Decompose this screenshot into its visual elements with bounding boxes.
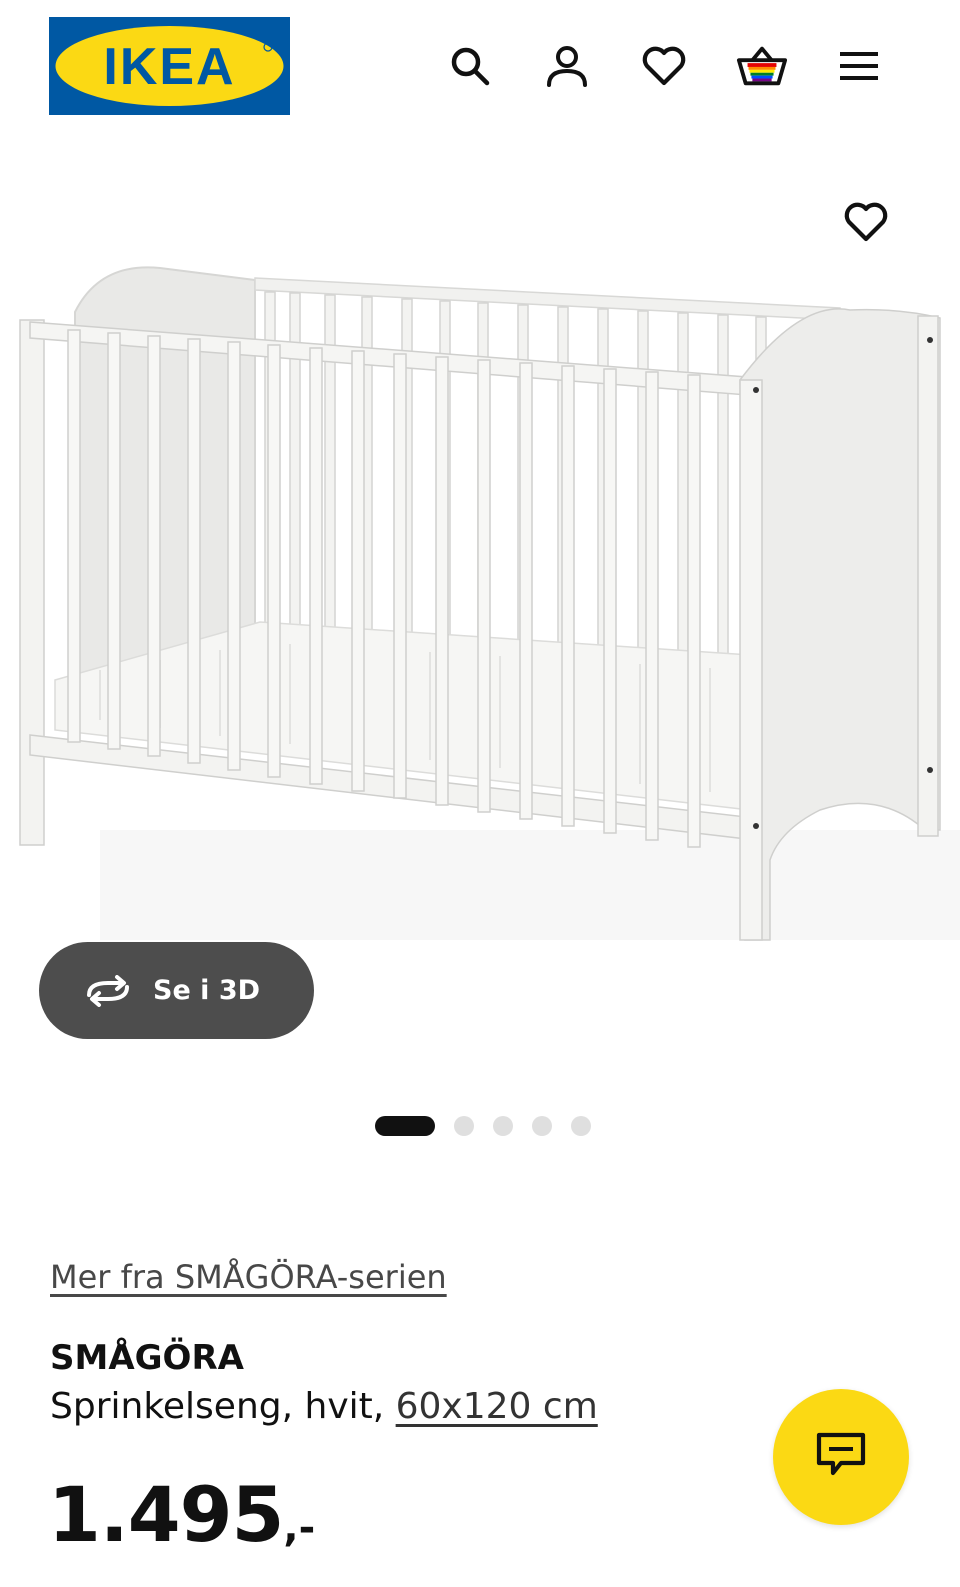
- chat-icon: [815, 1431, 867, 1483]
- logo-text: IKEA: [103, 38, 235, 96]
- chat-button[interactable]: [773, 1389, 909, 1525]
- carousel-dot[interactable]: [454, 1116, 474, 1136]
- size-link[interactable]: 60x120 cm: [396, 1386, 598, 1427]
- product-price: 1.495,-: [48, 1470, 315, 1559]
- site-header: IKEA: [0, 0, 960, 130]
- ikea-logo[interactable]: IKEA: [49, 17, 290, 115]
- search-icon[interactable]: [444, 40, 496, 92]
- product-description-text: Sprinkelseng, hvit,: [50, 1386, 396, 1427]
- carousel-dot-active[interactable]: [375, 1116, 435, 1136]
- heart-icon[interactable]: [840, 196, 892, 248]
- price-integer: 1.495: [48, 1470, 284, 1559]
- carousel-dot[interactable]: [493, 1116, 513, 1136]
- carousel-dot[interactable]: [532, 1116, 552, 1136]
- product-description: Sprinkelseng, hvit, 60x120 cm: [50, 1386, 598, 1427]
- carousel-pagination: [375, 1116, 591, 1136]
- favourites-icon[interactable]: [638, 40, 690, 92]
- view-3d-label: Se i 3D: [153, 975, 261, 1006]
- rotate-3d-icon: [83, 971, 133, 1011]
- product-gallery[interactable]: Se i 3D: [0, 130, 960, 1136]
- series-link[interactable]: Mer fra SMÅGÖRA-serien: [50, 1258, 447, 1296]
- carousel-dot[interactable]: [571, 1116, 591, 1136]
- price-suffix: ,-: [283, 1505, 316, 1551]
- view-3d-button[interactable]: Se i 3D: [39, 942, 314, 1039]
- account-icon[interactable]: [541, 40, 593, 92]
- product-name: SMÅGÖRA: [50, 1338, 244, 1378]
- basket-icon[interactable]: [736, 40, 788, 92]
- menu-icon[interactable]: [833, 40, 885, 92]
- product-image: [19, 266, 960, 941]
